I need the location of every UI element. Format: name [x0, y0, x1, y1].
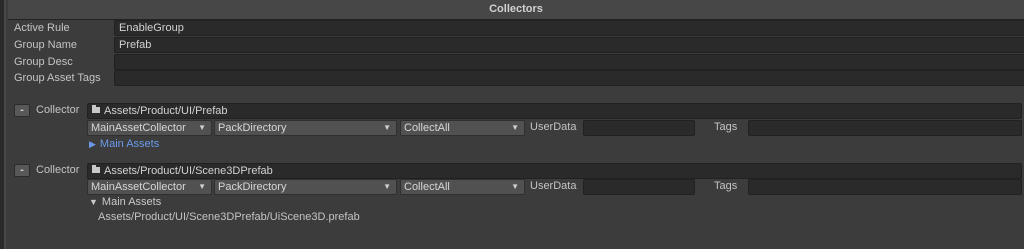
chevron-down-icon: ▼ [511, 182, 519, 191]
filter-rule-value: CollectAll [404, 181, 450, 193]
chevron-down-icon: ▼ [383, 182, 391, 191]
triangle-down-icon: ▼ [89, 197, 98, 207]
collector-path-field[interactable]: Assets/Product/UI/Prefab [87, 103, 1022, 119]
address-rule-value: PackDirectory [218, 122, 287, 134]
group-desc-label: Group Desc [14, 56, 73, 68]
user-data-label: UserData [530, 180, 577, 192]
group-desc-field[interactable] [114, 54, 1024, 70]
asset-list-item: Assets/Product/UI/Scene3DPrefab/UiScene3… [98, 211, 360, 223]
chevron-down-icon: ▼ [511, 123, 519, 132]
filter-rule-dropdown[interactable]: CollectAll ▼ [400, 179, 525, 195]
collectors-header: Collectors [8, 0, 1024, 20]
tags-label: Tags [714, 121, 738, 133]
left-edge-divider [4, 0, 6, 249]
tags-field[interactable] [748, 120, 1022, 136]
user-data-field[interactable] [583, 120, 695, 136]
group-asset-tags-label: Group Asset Tags [14, 72, 101, 84]
collector-type-dropdown[interactable]: MainAssetCollector ▼ [87, 179, 212, 195]
collector-path: Assets/Product/UI/Prefab [104, 105, 228, 117]
chevron-down-icon: ▼ [198, 182, 206, 191]
remove-collector-button[interactable]: - [14, 164, 30, 177]
group-name-label: Group Name [14, 39, 77, 51]
main-assets-label: Main Assets [101, 196, 162, 208]
collector-type-value: MainAssetCollector [91, 181, 186, 193]
active-rule-field[interactable]: EnableGroup [114, 20, 1024, 36]
collector-label: Collector [36, 104, 80, 116]
collector-type-dropdown[interactable]: MainAssetCollector ▼ [87, 120, 212, 136]
collector-path-field[interactable]: Assets/Product/UI/Scene3DPrefab [87, 163, 1022, 179]
filter-rule-dropdown[interactable]: CollectAll ▼ [400, 120, 525, 136]
filter-rule-value: CollectAll [404, 122, 450, 134]
chevron-down-icon: ▼ [198, 123, 206, 132]
folder-icon [92, 165, 100, 173]
address-rule-dropdown[interactable]: PackDirectory ▼ [214, 179, 397, 195]
folder-icon [92, 105, 100, 113]
address-rule-dropdown[interactable]: PackDirectory ▼ [214, 120, 397, 136]
tags-label: Tags [714, 180, 738, 192]
main-assets-label: Main Assets [99, 138, 160, 150]
main-assets-foldout[interactable]: ▼ Main Assets [89, 195, 161, 209]
active-rule-label: Active Rule [14, 22, 70, 34]
group-asset-tags-field[interactable] [114, 70, 1024, 86]
user-data-field[interactable] [583, 179, 695, 195]
group-name-field[interactable]: Prefab [114, 37, 1024, 53]
collector-type-value: MainAssetCollector [91, 122, 186, 134]
remove-collector-button[interactable]: - [14, 104, 30, 117]
main-assets-foldout[interactable]: ▶ Main Assets [89, 137, 159, 151]
user-data-label: UserData [530, 121, 577, 133]
collector-path: Assets/Product/UI/Scene3DPrefab [104, 165, 273, 177]
collector-label: Collector [36, 164, 80, 176]
chevron-down-icon: ▼ [383, 123, 391, 132]
triangle-right-icon: ▶ [89, 139, 96, 149]
tags-field[interactable] [748, 179, 1022, 195]
address-rule-value: PackDirectory [218, 181, 287, 193]
